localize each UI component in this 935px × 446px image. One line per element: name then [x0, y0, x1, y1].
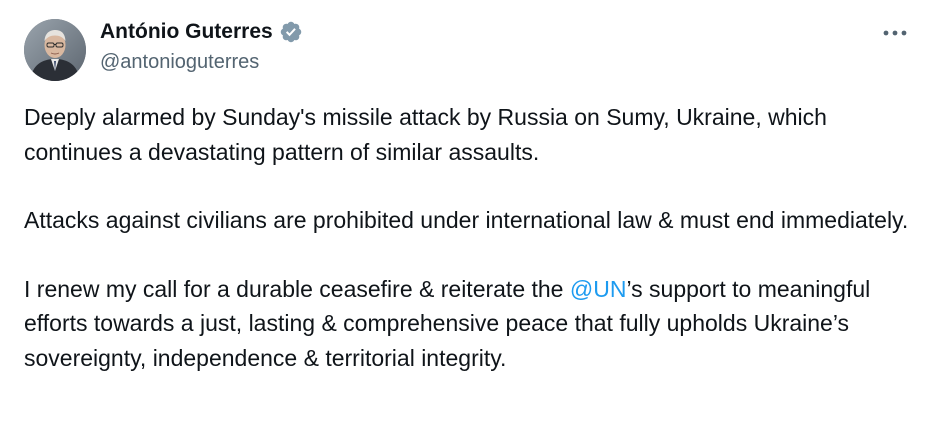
tweet-text: Deeply alarmed by Sunday's missile attac…: [24, 100, 919, 375]
tweet-paragraph-3: I renew my call for a durable ceasefire …: [24, 272, 919, 376]
tweet-paragraph-1: Deeply alarmed by Sunday's missile attac…: [24, 104, 827, 165]
display-name[interactable]: António Guterres: [100, 20, 273, 44]
tweet-paragraph-3-start: I renew my call for a durable ceasefire …: [24, 275, 570, 302]
tweet-card: António Guterres @antonioguterres Deeply…: [0, 0, 935, 446]
mention-link-un[interactable]: @UN: [570, 276, 627, 302]
more-options-button[interactable]: [880, 22, 910, 44]
display-name-row: António Guterres: [100, 18, 303, 46]
avatar[interactable]: [24, 19, 86, 81]
verified-badge-icon[interactable]: [279, 20, 303, 44]
tweet-header: António Guterres @antonioguterres: [24, 16, 914, 81]
more-horizontal-icon: [883, 30, 907, 36]
author-names: António Guterres @antonioguterres: [100, 18, 303, 74]
tweet-paragraph-2: Attacks against civilians are prohibited…: [24, 207, 909, 233]
avatar-portrait-image: [24, 19, 86, 81]
author-handle[interactable]: @antonioguterres: [100, 51, 303, 74]
